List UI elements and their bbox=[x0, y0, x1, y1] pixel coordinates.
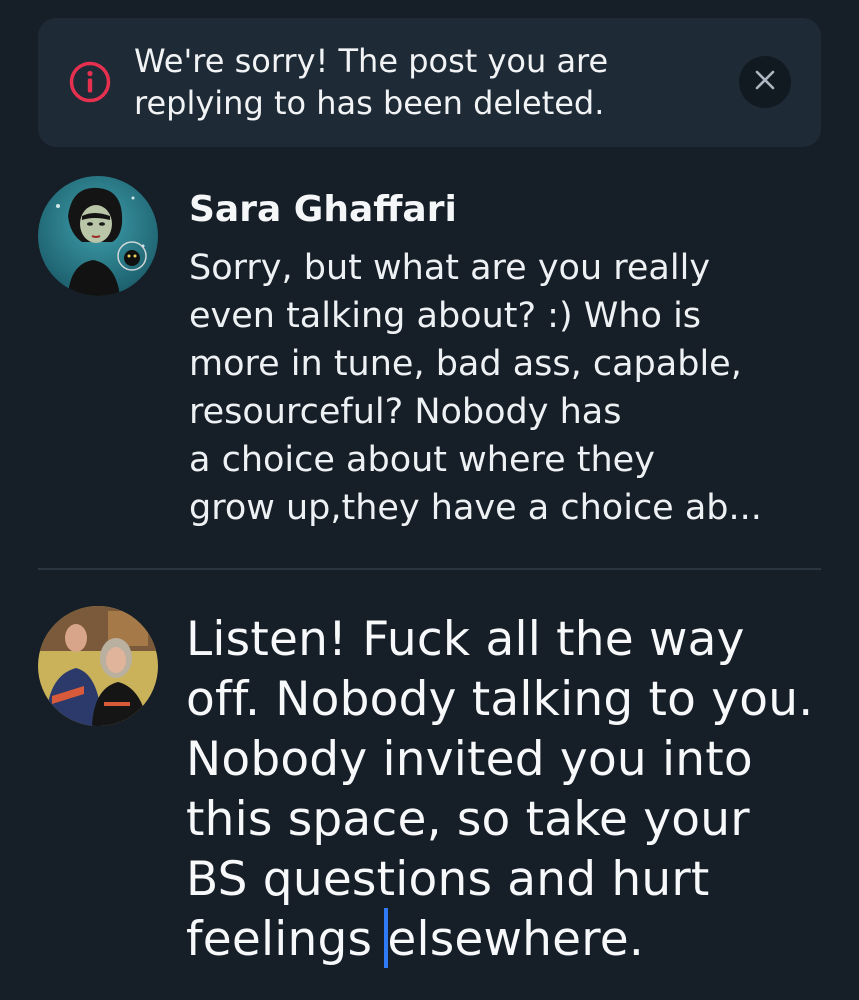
quoted-post[interactable]: Sara Ghaffari Sorry, but what are you re… bbox=[38, 176, 821, 568]
quoted-post-text: Sorry, but what are you really even talk… bbox=[189, 248, 762, 528]
close-alert-button[interactable] bbox=[739, 56, 791, 108]
close-icon bbox=[754, 69, 776, 95]
my-avatar bbox=[38, 606, 158, 726]
info-circle-icon bbox=[69, 61, 111, 103]
quoted-author-avatar[interactable] bbox=[38, 176, 158, 296]
deleted-post-alert: We're sorry! The post you are replying t… bbox=[38, 18, 821, 147]
reply-composer[interactable]: Listen! Fuck all the way off. Nobody tal… bbox=[38, 606, 821, 986]
divider bbox=[38, 568, 821, 570]
reply-text-input[interactable]: Listen! Fuck all the way off. Nobody tal… bbox=[186, 610, 816, 970]
alert-message: We're sorry! The post you are replying t… bbox=[134, 40, 694, 124]
reply-screen: We're sorry! The post you are replying t… bbox=[0, 0, 859, 1000]
alert-message-line2: replying to has been deleted. bbox=[134, 84, 605, 122]
text-cursor bbox=[384, 908, 388, 968]
alert-message-line1: We're sorry! The post you are bbox=[134, 42, 609, 80]
quoted-author-name[interactable]: Sara Ghaffari bbox=[189, 186, 457, 234]
